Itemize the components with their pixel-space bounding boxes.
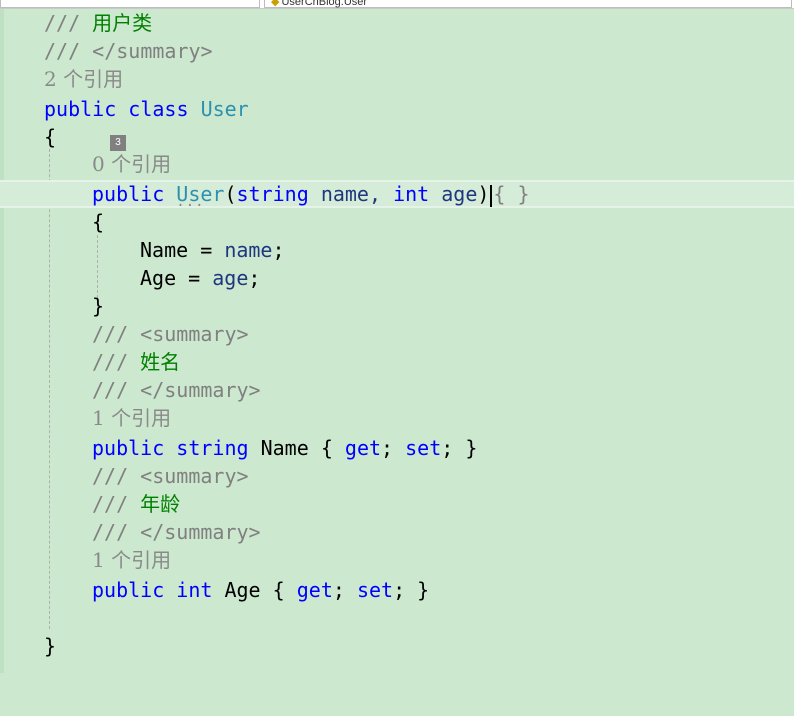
constructor-name: User bbox=[176, 182, 224, 206]
codelens-count-badge[interactable]: 3 bbox=[110, 135, 126, 151]
current-line: public User(string name, int age){ } bbox=[0, 180, 794, 208]
code-line: /// </summary> bbox=[92, 378, 261, 402]
code-editor[interactable]: /// 用户类 /// </summary> 2 个引用 public clas… bbox=[0, 9, 794, 673]
code-line: /// 姓名 bbox=[92, 350, 181, 374]
type-dropdown-label: UserCnBlog.User bbox=[281, 0, 368, 8]
class-icon: ◆ bbox=[271, 0, 280, 8]
code-line: /// 用户类 bbox=[44, 11, 153, 35]
editor-navigation-bar: ◆ UserCnBlog.User bbox=[0, 0, 794, 9]
codelens-references[interactable]: 1 个引用 bbox=[92, 404, 171, 432]
collapsed-region[interactable]: { } bbox=[493, 182, 529, 206]
codelens-references[interactable]: 1 个引用 bbox=[92, 546, 171, 574]
codelens-line: 2 个引用 bbox=[0, 65, 794, 93]
project-dropdown[interactable] bbox=[0, 0, 260, 8]
class-name: User bbox=[200, 97, 249, 121]
code-line: } bbox=[44, 634, 57, 658]
codelens-line: 1 个引用 bbox=[0, 404, 794, 432]
xml-doc-text: 用户类 bbox=[92, 11, 153, 35]
codelens-line: 1 个引用 bbox=[0, 546, 794, 574]
code-line: { bbox=[92, 210, 105, 234]
code-line: public string Name { get; set; } bbox=[92, 436, 478, 460]
codelens-references[interactable]: 2 个引用 bbox=[44, 65, 123, 93]
type-dropdown[interactable]: ◆ UserCnBlog.User bbox=[264, 0, 792, 8]
code-line: } bbox=[92, 294, 105, 318]
xml-doc-text: 姓名 bbox=[140, 350, 181, 374]
code-line: /// </summary> bbox=[44, 39, 213, 63]
code-line: /// 年龄 bbox=[92, 492, 181, 516]
code-line: /// <summary> bbox=[92, 464, 249, 488]
codelens-line: 0 个引用 bbox=[0, 150, 794, 178]
xml-doc-text: 年龄 bbox=[140, 492, 181, 516]
code-line: public int Age { get; set; } bbox=[92, 578, 430, 602]
codelens-references[interactable]: 0 个引用 bbox=[92, 150, 171, 178]
code-line: /// </summary> bbox=[92, 520, 261, 544]
code-line: /// <summary> bbox=[92, 322, 249, 346]
code-line: Age = age; bbox=[140, 266, 261, 290]
code-line: Name = name; bbox=[140, 238, 285, 262]
code-line: public class User bbox=[44, 97, 249, 121]
